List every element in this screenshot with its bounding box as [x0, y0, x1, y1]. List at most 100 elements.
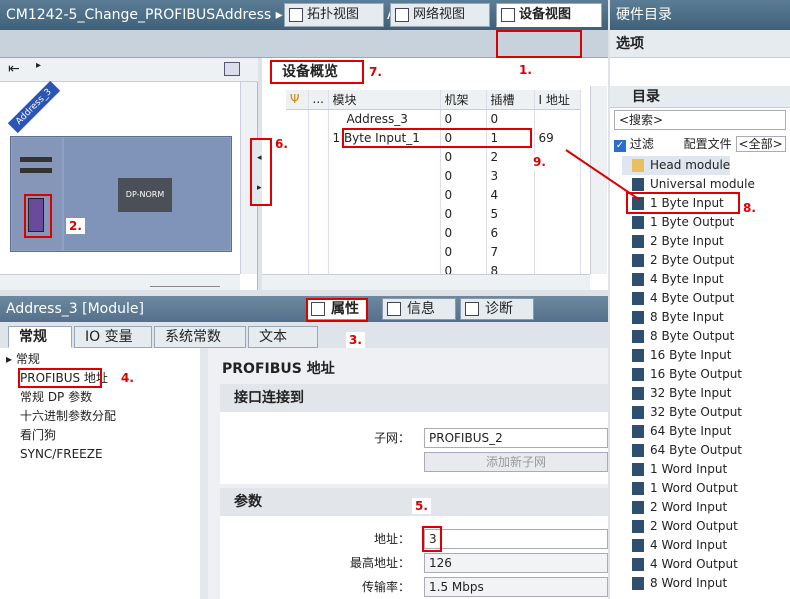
table-row[interactable]: 04 [286, 185, 581, 204]
row-marker-cell[interactable] [308, 166, 329, 185]
tab-io-tags[interactable]: IO 变量 [74, 326, 152, 348]
row-marker-cell[interactable] [308, 204, 329, 223]
table-cell[interactable]: 0 [440, 204, 487, 223]
row-marker-cell[interactable] [286, 204, 309, 223]
row-marker-cell[interactable] [308, 185, 329, 204]
table-cell[interactable]: 0 [440, 223, 487, 242]
subnet-select[interactable]: PROFIBUS_2 [424, 428, 608, 448]
nav-item-general[interactable]: ▸ 常规 [6, 350, 40, 368]
row-marker-cell[interactable] [286, 242, 309, 261]
catalog-item[interactable]: 64 Byte Output [630, 441, 742, 460]
tab-diagnostics[interactable]: 诊断 [460, 298, 534, 320]
canvas-hscroll[interactable] [0, 274, 240, 290]
table-cell[interactable] [534, 185, 581, 204]
table-cell[interactable]: 0 [440, 185, 487, 204]
catalog-item[interactable]: 16 Byte Input [630, 346, 731, 365]
catalog-item[interactable]: 2 Byte Input [630, 232, 724, 251]
table-cell[interactable]: Address_3 [328, 109, 441, 128]
catalog-item[interactable]: 2 Word Input [630, 498, 727, 517]
catalog-item[interactable]: 8 Byte Input [630, 308, 724, 327]
table-cell[interactable] [534, 109, 581, 128]
column-header[interactable]: 机架 [440, 90, 487, 110]
column-header[interactable]: I 地址 [534, 90, 581, 110]
table-cell[interactable]: 0 [440, 109, 487, 128]
row-marker-cell[interactable] [286, 166, 309, 185]
overview-toggle-icon[interactable] [224, 62, 240, 76]
table-cell[interactable] [328, 166, 441, 185]
table-row[interactable]: 07 [286, 242, 581, 261]
table-row[interactable]: Address_3 0 0 [286, 109, 581, 128]
row-marker-cell[interactable] [308, 242, 329, 261]
nav-splitter[interactable] [200, 348, 208, 599]
overview-vscroll[interactable] [590, 86, 607, 274]
table-cell[interactable] [534, 242, 581, 261]
row-marker-cell[interactable] [308, 128, 329, 147]
tab-general[interactable]: 常规 [8, 326, 72, 348]
table-cell[interactable]: 5 [486, 204, 535, 223]
tab-topology-view[interactable]: 拓扑视图 [284, 3, 384, 27]
nav-item-dp-parameters[interactable]: 常规 DP 参数 [20, 388, 92, 406]
catalog-item[interactable]: 4 Word Input [630, 536, 727, 555]
catalog-search-input[interactable]: <搜索> [614, 110, 786, 130]
table-cell[interactable] [328, 204, 441, 223]
column-header[interactable]: 模块 [328, 90, 441, 110]
overview-hscroll[interactable] [262, 274, 590, 290]
tab-system-constants[interactable]: 系统常数 [154, 326, 246, 348]
address-field[interactable]: 3 [424, 529, 608, 549]
table-cell[interactable]: 7 [486, 242, 535, 261]
catalog-item[interactable]: 2 Byte Output [630, 251, 734, 270]
catalog-item[interactable]: 32 Byte Input [630, 384, 731, 403]
row-marker-cell[interactable] [286, 223, 309, 242]
add-subnet-button[interactable]: 添加新子网 [424, 452, 608, 472]
catalog-item[interactable]: 16 Byte Output [630, 365, 742, 384]
nav-item-watchdog[interactable]: 看门狗 [20, 426, 56, 444]
catalog-item[interactable]: 4 Byte Input [630, 270, 724, 289]
row-marker-cell[interactable] [286, 185, 309, 204]
tab-network-view[interactable]: 网络视图 [390, 3, 490, 27]
table-cell[interactable]: 0 [440, 166, 487, 185]
row-marker-cell[interactable] [308, 147, 329, 166]
table-row[interactable]: 05 [286, 204, 581, 223]
filter-checkbox[interactable]: ✓ [614, 140, 626, 152]
pointer-icon[interactable]: ⇤ [8, 61, 20, 77]
catalog-header[interactable]: 目录 [610, 86, 790, 108]
table-cell[interactable]: 0 [440, 147, 487, 166]
table-cell[interactable] [328, 242, 441, 261]
nav-item-hex-params[interactable]: 十六进制参数分配 [20, 407, 116, 425]
table-cell[interactable]: 6 [486, 223, 535, 242]
profile-select[interactable]: <全部> [735, 136, 786, 152]
table-cell[interactable]: 0 [486, 109, 535, 128]
table-cell[interactable] [534, 223, 581, 242]
baud-rate-field[interactable]: 1.5 Mbps [424, 577, 608, 597]
catalog-item[interactable]: 4 Word Output [630, 555, 738, 574]
row-marker-cell[interactable] [308, 223, 329, 242]
table-cell[interactable] [534, 204, 581, 223]
table-row[interactable]: 06 [286, 223, 581, 242]
zoom-slider[interactable] [150, 277, 220, 287]
tab-info[interactable]: 信息 [382, 298, 456, 320]
catalog-folder-head-module[interactable]: Head module [622, 156, 731, 175]
table-cell[interactable]: 3 [486, 166, 535, 185]
catalog-item[interactable]: 64 Byte Input [630, 422, 731, 441]
catalog-item[interactable]: 32 Byte Output [630, 403, 742, 422]
table-cell[interactable]: 69 [534, 128, 581, 147]
options-header[interactable]: 选项 [610, 30, 790, 58]
row-marker-cell[interactable] [286, 109, 309, 128]
tab-device-view[interactable]: 设备视图 [496, 3, 602, 27]
table-cell[interactable]: 2 [486, 147, 535, 166]
filter-icon[interactable]: Ψ [290, 92, 299, 106]
nav-item-sync-freeze[interactable]: SYNC/FREEZE [20, 445, 103, 463]
catalog-item[interactable]: 8 Word Input [630, 574, 727, 593]
catalog-item[interactable]: 8 Byte Output [630, 327, 734, 346]
catalog-item[interactable]: 1 Word Output [630, 479, 738, 498]
catalog-item[interactable]: 1 Byte Output [630, 213, 734, 232]
expand-icon[interactable]: ▸ [36, 60, 41, 71]
catalog-item[interactable]: 1 Word Input [630, 460, 727, 479]
table-cell[interactable] [328, 223, 441, 242]
table-cell[interactable] [328, 147, 441, 166]
catalog-item[interactable]: 4 Byte Output [630, 289, 734, 308]
row-marker-cell[interactable] [308, 109, 329, 128]
catalog-item[interactable]: 2 Word Output [630, 517, 738, 536]
table-cell[interactable]: 0 [440, 242, 487, 261]
tab-texts[interactable]: 文本 [248, 326, 318, 348]
